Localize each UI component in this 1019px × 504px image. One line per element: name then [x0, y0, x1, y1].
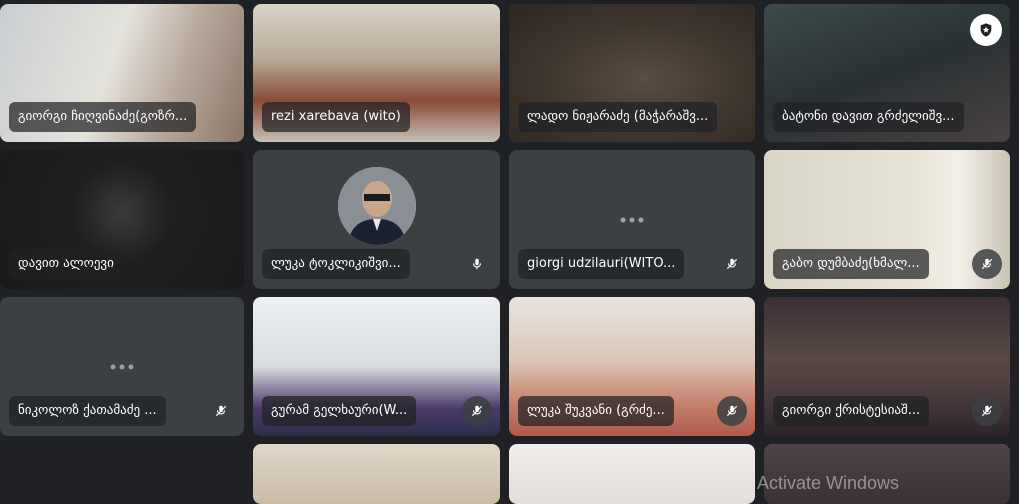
participant-name: დავით ალოევი — [9, 249, 123, 279]
participant-name: გურამ გელხაური(W... — [262, 396, 417, 426]
mic-on-icon[interactable] — [462, 249, 492, 279]
participant-tile[interactable] — [509, 444, 755, 504]
participant-grid: გიორგი ჩიღვინაძე(გოზრ... rezi xarebava (… — [0, 0, 1019, 504]
participant-name: ნიკოლოზ ქათამაძე ... — [9, 396, 166, 426]
video-feed — [509, 444, 755, 504]
participant-name: giorgi udzilauri(WITO... — [518, 249, 685, 279]
participant-name: ლადო ნიჟარაძე (მაჭარაშვ... — [518, 102, 718, 132]
avatar — [337, 166, 416, 245]
participant-name: გიორგი ქრისტესიაშ... — [773, 396, 930, 426]
participant-tile[interactable] — [253, 444, 500, 504]
shield-pin-icon[interactable] — [970, 14, 1002, 46]
participant-tile[interactable] — [0, 444, 244, 504]
participant-name: გაბო დუმბაძე(ხმალ... — [773, 249, 929, 279]
mic-off-icon[interactable] — [717, 396, 747, 426]
more-dots-icon — [620, 217, 644, 222]
participant-tile[interactable]: დავით ალოევი — [0, 150, 244, 289]
participant-name: გიორგი ჩიღვინაძე(გოზრ... — [9, 102, 197, 132]
mic-off-icon[interactable] — [972, 249, 1002, 279]
participant-tile[interactable]: გიორგი ქრისტესიაშ... — [764, 297, 1010, 436]
participant-name: ბატონი დავით გრძელიშვ... — [773, 102, 964, 132]
participant-tile[interactable]: გურამ გელხაური(W... — [253, 297, 500, 436]
participant-tile[interactable]: ლუკა შუკვანი (გრძე... — [509, 297, 755, 436]
more-dots-icon — [110, 364, 134, 369]
mic-off-icon[interactable] — [462, 396, 492, 426]
mic-off-icon[interactable] — [717, 249, 747, 279]
participant-tile[interactable]: rezi xarebava (wito) — [253, 4, 500, 142]
participant-tile[interactable]: ლადო ნიჟარაძე (მაჭარაშვ... — [509, 4, 755, 142]
participant-name: ლუკა შუკვანი (გრძე... — [518, 396, 674, 426]
video-feed — [253, 444, 500, 504]
participant-tile[interactable]: გაბო დუმბაძე(ხმალ... — [764, 150, 1010, 289]
participant-tile[interactable]: ნიკოლოზ ქათამაძე ... — [0, 297, 244, 436]
participant-tile[interactable]: ლუკა ტოკლიკიშვი... — [253, 150, 500, 289]
participant-name: rezi xarebava (wito) — [262, 102, 410, 132]
participant-tile[interactable]: ბატონი დავით გრძელიშვ... — [764, 4, 1010, 142]
mic-off-icon[interactable] — [206, 396, 236, 426]
participant-tile[interactable]: giorgi udzilauri(WITO... — [509, 150, 755, 289]
mic-off-icon[interactable] — [972, 396, 1002, 426]
activate-windows-watermark: Activate Windows — [756, 473, 899, 493]
participant-tile[interactable]: გიორგი ჩიღვინაძე(გოზრ... — [0, 4, 244, 142]
participant-name: ლუკა ტოკლიკიშვი... — [262, 249, 410, 279]
